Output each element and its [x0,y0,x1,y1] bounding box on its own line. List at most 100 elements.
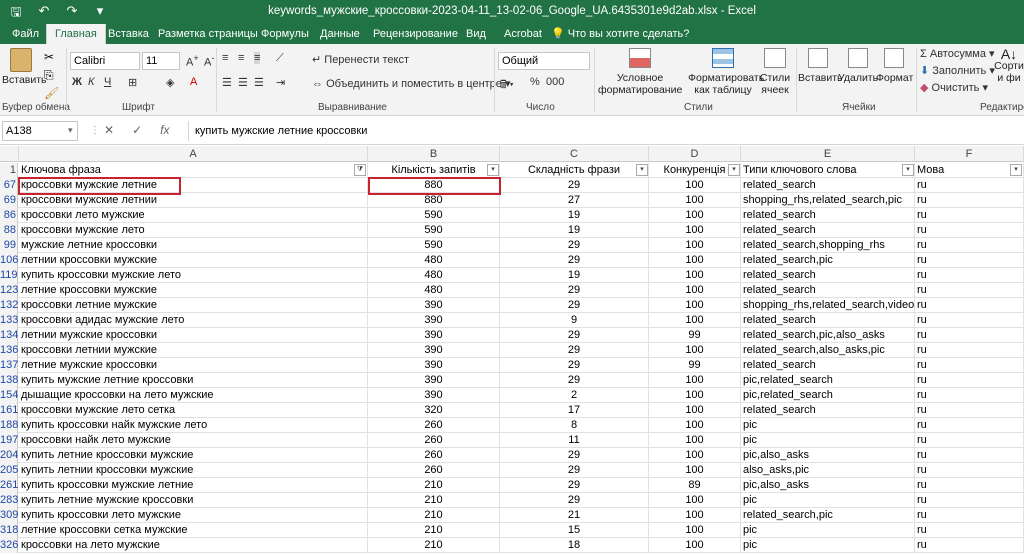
keyword-cell[interactable]: кроссовки мужские лето [19,223,368,238]
keyword-cell[interactable]: летние кроссовки мужские [19,283,368,298]
filter-dropdown-icon[interactable]: ▾ [728,164,740,176]
filter-dropdown-icon[interactable]: ▾ [636,164,648,176]
column-header-e[interactable]: E [741,146,915,162]
keyword-type-cell[interactable]: pic [741,538,915,553]
keyword-type-cell[interactable]: pic,related_search [741,373,915,388]
clear-button[interactable]: ◆ Очистить ▾ [920,81,988,94]
row-number[interactable]: 136 [0,343,18,358]
difficulty-cell[interactable]: 8 [500,418,649,433]
row-number[interactable]: 197 [0,433,18,448]
filter-dropdown-icon[interactable]: ▾ [902,164,914,176]
row-number[interactable]: 123 [0,283,18,298]
underline-icon[interactable]: Ч [104,76,111,88]
font-color-icon[interactable]: A [190,76,197,88]
language-cell[interactable]: ru [915,328,1024,343]
difficulty-cell[interactable]: 27 [500,193,649,208]
difficulty-cell[interactable]: 29 [500,448,649,463]
difficulty-cell[interactable]: 29 [500,463,649,478]
language-cell[interactable]: ru [915,343,1024,358]
language-cell[interactable]: ru [915,493,1024,508]
cell-styles-button[interactable]: Стили ячеек [758,48,792,96]
spreadsheet-grid[interactable]: A B C D E F 1 Ключова фраза Кількість за… [0,146,1024,554]
language-cell[interactable]: ru [915,283,1024,298]
row-number[interactable]: 261 [0,478,18,493]
volume-cell[interactable]: 480 [368,253,500,268]
competition-cell[interactable]: 100 [649,538,741,553]
row-number[interactable]: 1 [0,163,18,178]
keyword-cell[interactable]: летнии мужские кроссовки [19,328,368,343]
keyword-type-cell[interactable]: related_search [741,283,915,298]
row-number[interactable]: 133 [0,313,18,328]
keyword-cell[interactable]: кроссовки на лето мужские [19,538,368,553]
row-number[interactable]: 99 [0,238,18,253]
percent-icon[interactable]: % [530,76,540,88]
volume-cell[interactable]: 590 [368,238,500,253]
competition-cell[interactable]: 99 [649,328,741,343]
tell-me-box[interactable]: 💡 Что вы хотите сделать? [551,24,689,44]
competition-cell[interactable]: 100 [649,523,741,538]
keyword-cell[interactable]: кроссовки мужские летнии [19,193,368,208]
row-number[interactable]: 106 [0,253,18,268]
volume-cell[interactable]: 260 [368,448,500,463]
keyword-cell[interactable]: кроссовки мужские лето сетка [19,403,368,418]
volume-cell[interactable]: 880 [368,193,500,208]
select-all-corner[interactable] [0,146,19,162]
align-center-icon[interactable]: ☰ [238,76,248,89]
paste-button[interactable]: Вставить [2,48,47,86]
keyword-cell[interactable]: кроссовки найк лето мужские [19,433,368,448]
difficulty-cell[interactable]: 29 [500,253,649,268]
keyword-type-cell[interactable]: shopping_rhs,related_search,pic [741,193,915,208]
tab-data[interactable]: Данные [318,24,362,44]
font-name-box[interactable]: Calibri [70,52,140,70]
insert-cells-button[interactable]: Вставить [798,48,843,84]
language-cell[interactable]: ru [915,433,1024,448]
merge-center-button[interactable]: ⇔ Объединить и поместить в центре ▾ [312,77,511,90]
keyword-type-cell[interactable]: shopping_rhs,related_search,video [741,298,915,313]
header-cell[interactable]: Складність фрази [500,163,649,178]
row-number[interactable]: 161 [0,403,18,418]
difficulty-cell[interactable]: 29 [500,178,649,193]
competition-cell[interactable]: 100 [649,433,741,448]
volume-cell[interactable]: 390 [368,343,500,358]
difficulty-cell[interactable]: 29 [500,283,649,298]
tab-insert[interactable]: Вставка [106,24,151,44]
competition-cell[interactable]: 100 [649,253,741,268]
tab-view[interactable]: Вид [464,24,488,44]
column-header-c[interactable]: C [500,146,649,162]
row-number[interactable]: 88 [0,223,18,238]
language-cell[interactable]: ru [915,373,1024,388]
volume-cell[interactable]: 390 [368,358,500,373]
bold-icon[interactable]: Ж [72,76,82,88]
wrap-text-button[interactable]: ↵ Перенести текст [312,53,409,66]
row-number[interactable]: 205 [0,463,18,478]
language-cell[interactable]: ru [915,403,1024,418]
language-cell[interactable]: ru [915,358,1024,373]
difficulty-cell[interactable]: 29 [500,373,649,388]
filter-dropdown-icon[interactable]: ▾ [1010,164,1022,176]
keyword-type-cell[interactable]: related_search [741,358,915,373]
competition-cell[interactable]: 100 [649,238,741,253]
keyword-cell[interactable]: купить летнии кроссовки мужские [19,463,368,478]
keyword-type-cell[interactable]: related_search,pic,also_asks [741,328,915,343]
row-number[interactable]: 86 [0,208,18,223]
difficulty-cell[interactable]: 21 [500,508,649,523]
keyword-type-cell[interactable]: pic,also_asks [741,478,915,493]
header-cell[interactable]: Типи ключового слова [741,163,915,178]
language-cell[interactable]: ru [915,478,1024,493]
autosum-button[interactable]: Σ Автосумма ▾ [920,47,995,60]
competition-cell[interactable]: 100 [649,403,741,418]
tab-page-layout[interactable]: Разметка страницы [156,24,260,44]
volume-cell[interactable]: 480 [368,283,500,298]
row-number[interactable]: 69 [0,193,18,208]
keyword-cell[interactable]: летние кроссовки сетка мужские [19,523,368,538]
volume-cell[interactable]: 210 [368,493,500,508]
difficulty-cell[interactable]: 29 [500,238,649,253]
tab-formulas[interactable]: Формулы [259,24,311,44]
filter-active-icon[interactable]: ⧩ [354,164,366,176]
difficulty-cell[interactable]: 29 [500,493,649,508]
competition-cell[interactable]: 100 [649,388,741,403]
language-cell[interactable]: ru [915,208,1024,223]
row-number[interactable]: 318 [0,523,18,538]
keyword-type-cell[interactable]: related_search [741,403,915,418]
keyword-type-cell[interactable]: pic,also_asks [741,448,915,463]
